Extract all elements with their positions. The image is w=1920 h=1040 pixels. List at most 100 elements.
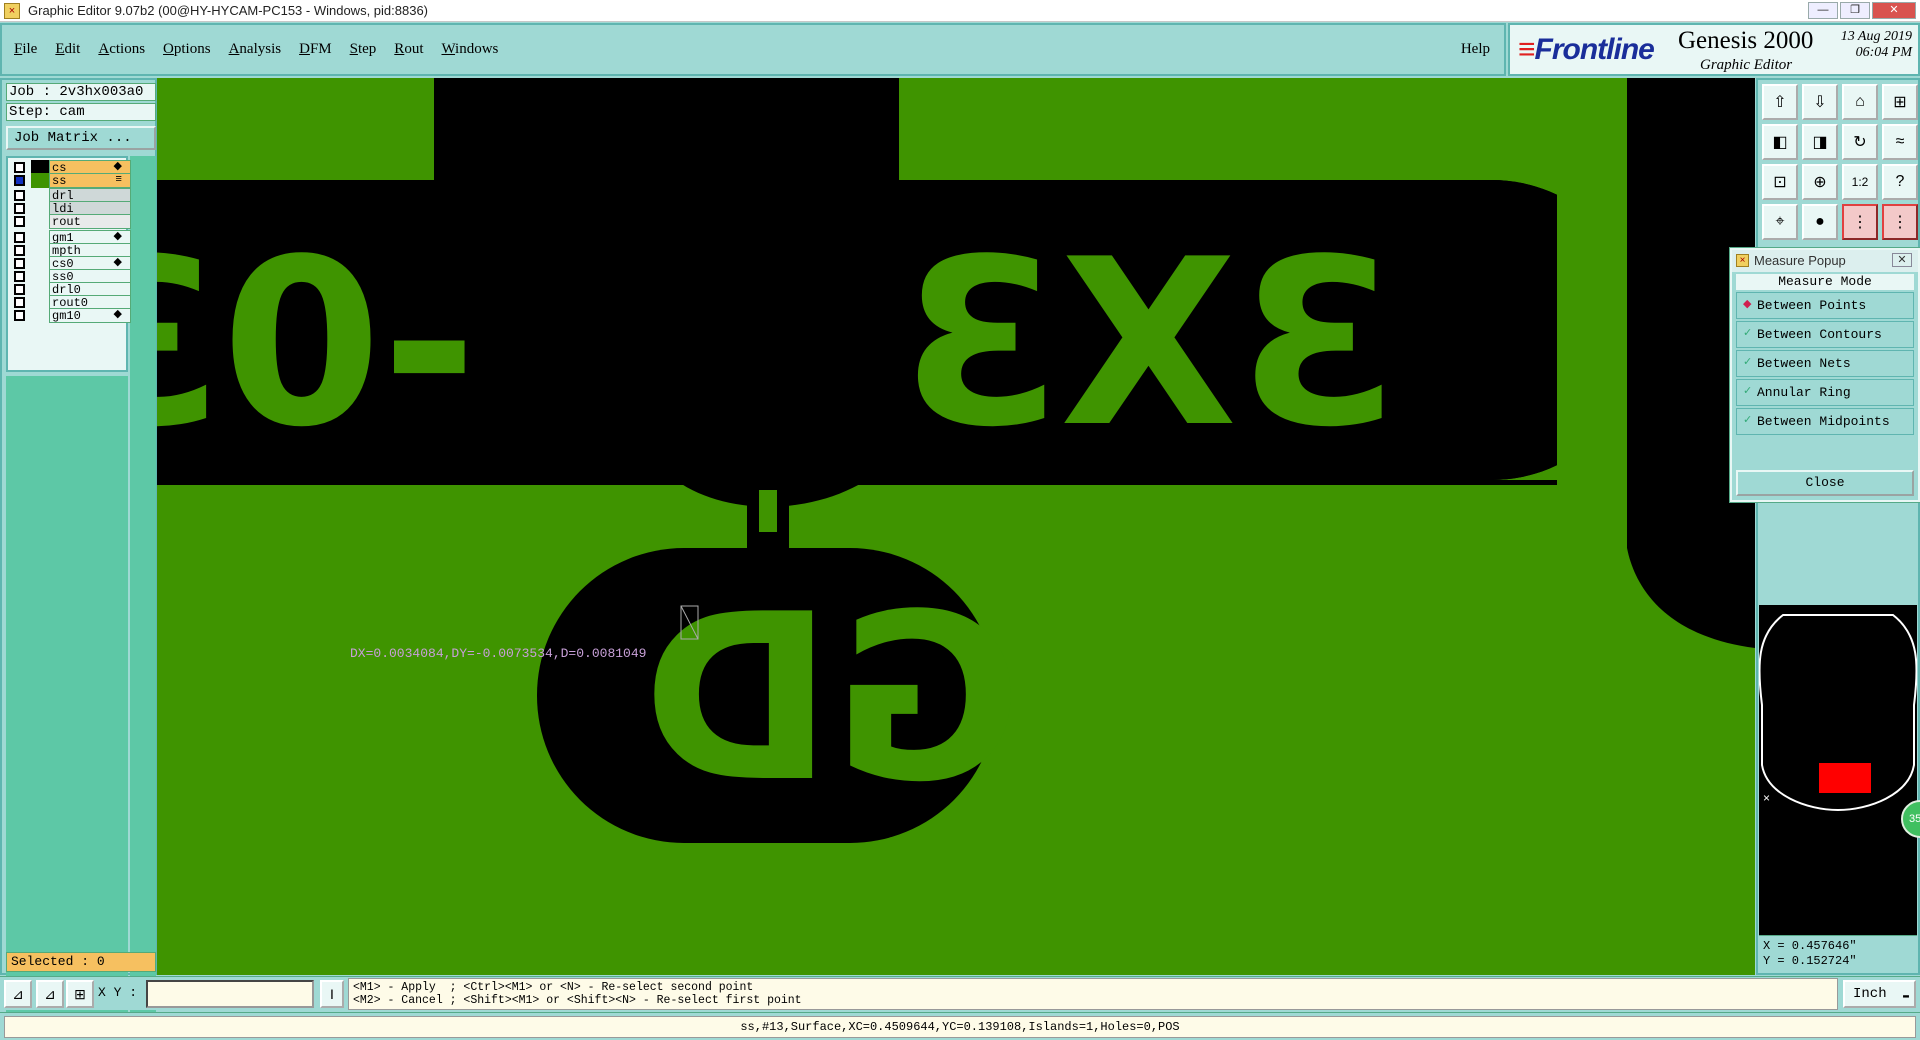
layer-color-swatch [31, 214, 49, 229]
coord-x: X = 0.457646" [1763, 939, 1857, 953]
chevron-down-icon: ▬ [1902, 991, 1909, 1002]
option-between-nets[interactable]: ✓ Between Nets [1736, 350, 1914, 377]
option-annular-ring[interactable]: ✓ Annular Ring [1736, 379, 1914, 406]
menu-bar: File Edit Actions Options Analysis DFM S… [0, 23, 1506, 76]
job-matrix-button[interactable]: Job Matrix ... [6, 126, 156, 150]
menu-analysis[interactable]: Analysis [229, 41, 282, 58]
brand-banner: ≡Frontline Genesis 2000 Graphic Editor 1… [1508, 23, 1920, 76]
probe-icon[interactable]: ● [1802, 204, 1838, 240]
measure-icon[interactable]: ≈ [1882, 124, 1918, 160]
menu-help[interactable]: Help [1461, 41, 1490, 58]
menu-edit[interactable]: Edit [55, 41, 80, 58]
app-icon: × [4, 2, 20, 19]
status-text: ss,#13,Surface,XC=0.4509644,YC=0.139108,… [4, 1016, 1916, 1038]
product-subtitle: Graphic Editor [1700, 57, 1793, 73]
menu-dfm[interactable]: DFM [299, 41, 332, 58]
menu-actions[interactable]: Actions [98, 41, 145, 58]
layer-row-gm10[interactable]: gm10 ◆ [10, 308, 131, 323]
layer-color-swatch [31, 308, 49, 323]
rotate-icon[interactable]: ↻ [1842, 124, 1878, 160]
window-controls: — ❐ ✕ [1808, 2, 1916, 19]
fit-icon[interactable]: ⊡ [1762, 164, 1798, 200]
snap-icon[interactable]: ⌖ [1762, 204, 1798, 240]
layer-row-rout[interactable]: rout [10, 214, 131, 229]
layer-panel-empty-area [6, 376, 128, 1026]
measure-close-button[interactable]: Close [1736, 470, 1914, 496]
layer-compare-icon[interactable]: ⋮ [1842, 204, 1878, 240]
overview-map[interactable]: × [1758, 605, 1918, 935]
check-icon: ✓ [1743, 357, 1753, 369]
menu-file[interactable]: File [14, 41, 37, 58]
prompt-message: <M1> - Apply ; <Ctrl><M1> or <N> - Re-se… [348, 978, 1838, 1010]
job-name: Job : 2v3hx003a0 [6, 83, 156, 101]
menu-rout[interactable]: Rout [394, 41, 423, 58]
layer-flag-icon: ◆ [113, 309, 122, 321]
status-bar: ss,#13,Surface,XC=0.4509644,YC=0.139108,… [0, 1012, 1920, 1040]
menu-step[interactable]: Step [350, 41, 377, 58]
layer-row-ss[interactable]: ss ≡ [10, 173, 131, 188]
unit-selector[interactable]: Inch ▬ [1843, 980, 1916, 1008]
overview-viewport-marker [1819, 763, 1871, 793]
layer-checkbox[interactable] [14, 310, 25, 321]
time-text: 06:04 PM [1855, 45, 1912, 60]
text-cursor-icon[interactable]: I [320, 980, 344, 1008]
grid-icon[interactable]: ⊞ [66, 980, 94, 1008]
check-icon: ✓ [1743, 328, 1753, 340]
xy-label: X Y : [98, 985, 138, 1000]
product-name: Genesis 2000 [1678, 27, 1814, 54]
step-name: Step: cam [6, 103, 156, 121]
xy-input[interactable] [146, 980, 314, 1008]
selected-diamond-icon: ◆ [1743, 299, 1752, 311]
zoom-back-icon[interactable]: ◧ [1762, 124, 1798, 160]
layer-flag-icon: ◆ [113, 231, 122, 243]
date-text: 13 Aug 2019 [1840, 29, 1912, 44]
frontline-logo: ≡Frontline [1518, 33, 1655, 66]
graphic-canvas[interactable]: -03 3X3 GD DX=0.0034084,DY=-0.0073534,D=… [157, 78, 1755, 975]
layer-toggle-icon[interactable]: ⋮ [1882, 204, 1918, 240]
home-icon[interactable]: ⌂ [1842, 84, 1878, 120]
layer-checkbox[interactable] [14, 203, 25, 214]
layer-color-swatch [31, 173, 49, 188]
layer-checkbox[interactable] [14, 190, 25, 201]
popup-app-icon: × [1736, 254, 1749, 267]
option-between-contours[interactable]: ✓ Between Contours [1736, 321, 1914, 348]
menu-options[interactable]: Options [163, 41, 211, 58]
scale-1-2-icon[interactable]: 1:2 [1842, 164, 1878, 200]
toolbar-grid: ⇧ ⇩ ⌂ ⊞ ◧ ◨ ↻ ≈ ⊡ ⊕ 1:2 ? ⌖ ● ⋮ ⋮ [1762, 84, 1918, 240]
measure-popup-titlebar: × Measure Popup ✕ [1732, 250, 1918, 272]
title-bar: × Graphic Editor 9.07b2 (00@HY-HYCAM-PC1… [0, 0, 1920, 22]
mirror-text-bottom: GD [642, 566, 1022, 833]
split-view-icon[interactable]: ⊞ [1882, 84, 1918, 120]
open-job-icon[interactable]: ⇧ [1762, 84, 1798, 120]
layer-flag-icon: ◆ [113, 161, 122, 173]
selected-count: Selected : 0 [6, 952, 156, 972]
menu-windows[interactable]: Windows [441, 41, 498, 58]
layer-checkbox[interactable] [14, 162, 25, 173]
popup-close-icon[interactable]: ✕ [1892, 253, 1912, 267]
layer-checkbox[interactable] [14, 175, 25, 186]
save-icon[interactable]: ⇩ [1802, 84, 1838, 120]
snap-mode-icon[interactable]: ⊿ [4, 980, 32, 1008]
minimize-button[interactable]: — [1808, 2, 1838, 19]
layer-checkbox[interactable] [14, 245, 25, 256]
layer-checkbox[interactable] [14, 232, 25, 243]
zoom-in-icon[interactable]: ⊕ [1802, 164, 1838, 200]
option-between-midpoints[interactable]: ✓ Between Midpoints [1736, 408, 1914, 435]
angle-mode-icon[interactable]: ⊿ [36, 980, 64, 1008]
command-bar: ⊿ ⊿ ⊞ X Y : I <M1> - Apply ; <Ctrl><M1> … [0, 976, 1920, 1010]
layer-checkbox[interactable] [14, 297, 25, 308]
option-between-points[interactable]: ◆ Between Points [1736, 292, 1914, 319]
zoom-forward-icon[interactable]: ◨ [1802, 124, 1838, 160]
layer-checkbox[interactable] [14, 271, 25, 282]
maximize-button[interactable]: ❐ [1840, 2, 1870, 19]
layer-name[interactable]: rout [49, 214, 131, 229]
mirror-text-left: -03 [157, 211, 477, 478]
layer-checkbox[interactable] [14, 284, 25, 295]
prompt-line-1: <M1> - Apply ; <Ctrl><M1> or <N> - Re-se… [353, 981, 754, 994]
close-window-button[interactable]: ✕ [1872, 2, 1916, 19]
date-time: 13 Aug 2019 06:04 PM [1841, 29, 1912, 61]
layer-checkbox[interactable] [14, 258, 25, 269]
measure-popup-title: Measure Popup [1754, 253, 1846, 268]
help-icon[interactable]: ? [1882, 164, 1918, 200]
layer-checkbox[interactable] [14, 216, 25, 227]
